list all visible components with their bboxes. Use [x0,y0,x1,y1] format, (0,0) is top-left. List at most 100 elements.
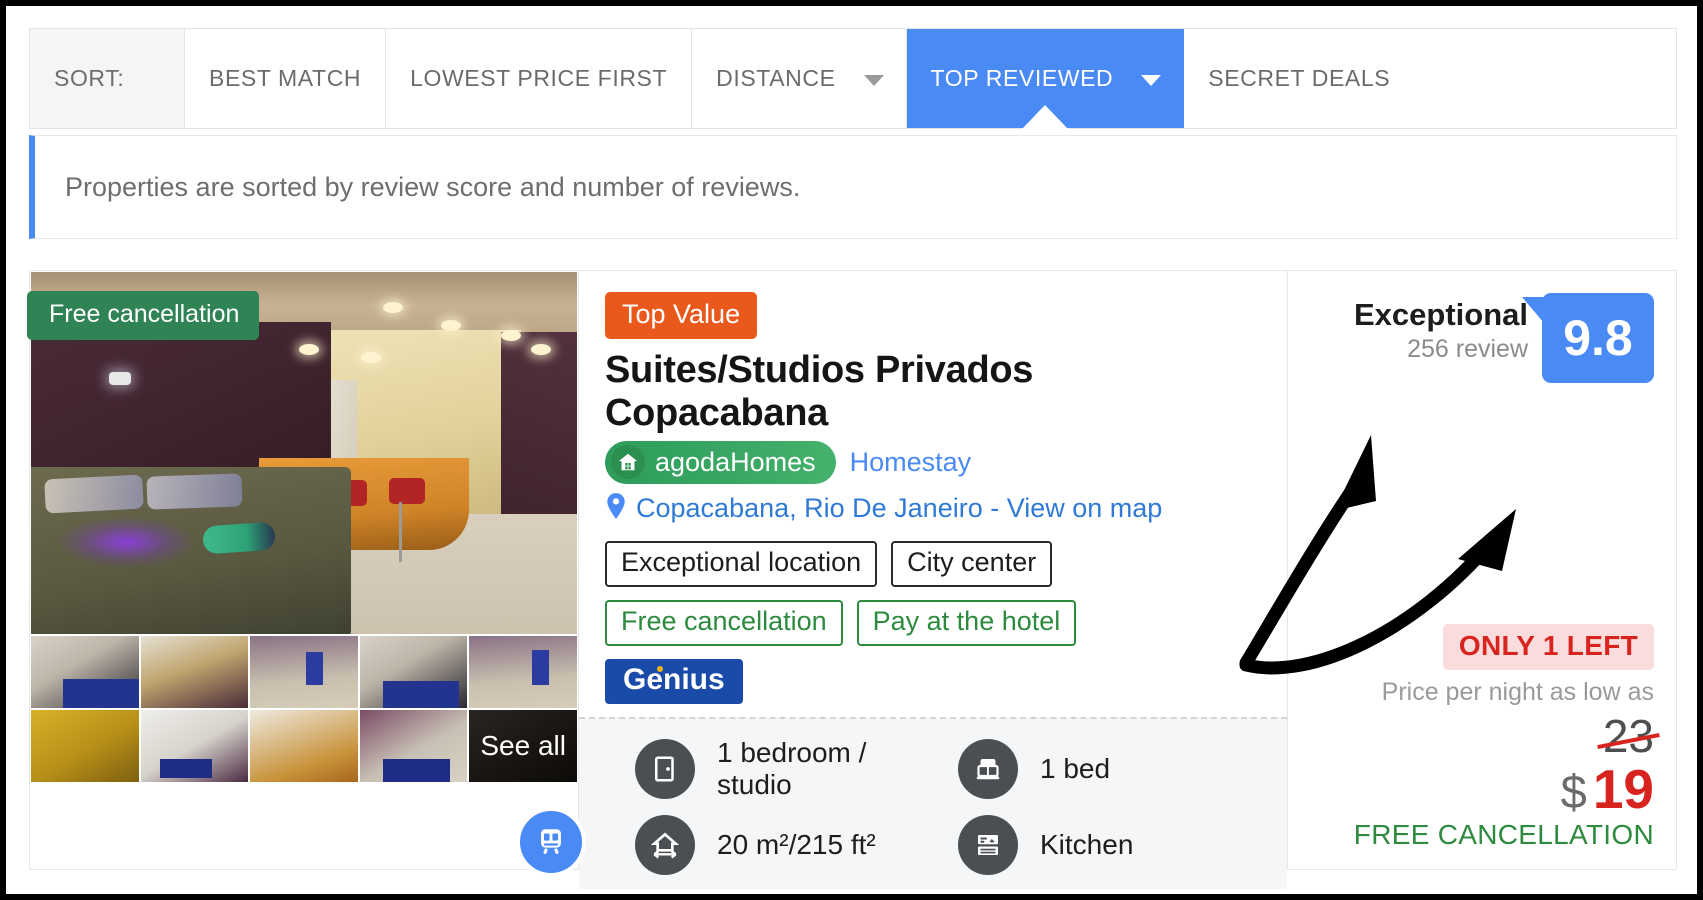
photo-detail [383,302,403,313]
currency-symbol: $ [1560,765,1587,818]
fact-kitchen: Kitchen [958,815,1261,876]
fact-bed: 1 bed [958,737,1261,801]
bed-icon [958,739,1018,800]
free-cancellation-note: FREE CANCELLATION [1353,819,1654,850]
photo-detail [109,372,131,385]
location-link[interactable]: Copacabana, Rio De Janeiro - View on map [636,493,1162,524]
fact-label: 20 m²/215 ft² [717,829,876,861]
genius-badge: Genius [605,659,743,704]
thumbnail[interactable] [140,710,249,782]
agoda-homes-badge: agodaHomes [605,441,836,484]
tag-city-center: City center [891,541,1053,587]
sort-tab-label: DISTANCE [716,65,836,91]
sort-info-banner: Properties are sorted by review score an… [29,135,1677,239]
thumbnail[interactable] [250,710,358,782]
sort-tab-label: BEST MATCH [209,65,362,91]
property-price-panel: Exceptional 256 review 9.8 ONLY 1 LEFT P… [1239,271,1676,869]
top-value-label: Top Value [622,299,741,329]
metro-train-icon[interactable] [516,807,586,877]
photo-detail [531,344,551,355]
sort-tab-distance[interactable]: DISTANCE [692,29,907,128]
photo-detail [361,352,381,363]
thumbnail[interactable] [31,636,139,708]
property-type-label: Homestay [849,447,972,477]
review-label: Exceptional [1354,297,1528,332]
thumbnail[interactable] [140,636,249,708]
sort-tab-label: TOP REVIEWED [930,65,1114,91]
fact-label: 1 bed [1040,753,1111,785]
property-details: Top Value Suites/Studios Privados Copaca… [578,271,1288,890]
review-text: Exceptional 256 review [1354,293,1528,364]
genius-dot-icon [657,666,663,672]
location-row[interactable]: Copacabana, Rio De Janeiro - View on map [605,492,1261,525]
free-cancellation-overlay-label: Free cancellation [49,300,240,328]
home-icon [611,445,645,479]
map-pin-icon [605,492,627,525]
sort-tab-secret-deals[interactable]: SECRET DEALS [1184,29,1415,128]
genius-row: Genius [605,659,1261,704]
old-price: 23 [1306,709,1660,763]
chevron-down-icon [863,74,884,86]
fact-bedroom: 1 bedroom / studio [635,737,938,801]
genius-label: Genius [623,663,725,696]
photo-detail [299,344,319,355]
photo-detail [441,320,461,331]
property-tags-green: Free cancellation Pay at the hotel [605,600,1261,646]
photo-detail [44,474,144,514]
photo-detail [146,473,243,510]
agoda-homes-label: agodaHomes [655,446,816,477]
fact-area-size: 20 m²/215 ft² [635,815,938,876]
current-price-value: 19 [1592,758,1654,820]
score-badge-tail [1522,297,1544,323]
property-photos: Free cancellation See all [27,271,586,877]
sort-tab-label: SECRET DEALS [1208,65,1391,91]
tag-free-cancellation: Free cancellation [605,600,843,646]
only-left-label: ONLY 1 LEFT [1458,630,1638,661]
tag-pay-at-the-hotel: Pay at the hotel [856,600,1077,646]
property-facts-panel: 1 bedroom / studio 1 bed 20 m²/215 ft² K… [579,717,1287,890]
sort-label-text: SORT: [54,65,125,91]
see-all-photos-button[interactable]: See all [469,710,577,782]
search-results-screen: SORT: BEST MATCH LOWEST PRICE FIRST DIST… [6,6,1697,894]
fact-label: 1 bedroom / studio [717,737,867,801]
property-tags-dark: Exceptional location City center [605,541,1261,587]
sort-info-text: Properties are sorted by review score an… [65,171,801,202]
thumbnail[interactable] [359,636,468,708]
thumbnail[interactable] [469,636,577,708]
review-score-badge: 9.8 [1522,293,1654,383]
sort-tab-lowest-price-first[interactable]: LOWEST PRICE FIRST [386,29,693,128]
thumbnail[interactable] [359,710,468,782]
property-details-top: Top Value Suites/Studios Privados Copaca… [579,271,1287,717]
thumbnail[interactable] [31,710,139,782]
top-value-badge: Top Value [605,292,758,339]
sort-tab-best-match[interactable]: BEST MATCH [185,29,387,128]
thumbnail[interactable] [250,636,358,708]
fact-label: Kitchen [1040,829,1134,861]
review-score-value: 9.8 [1563,310,1633,366]
current-price-row: $ 19 [1306,757,1654,821]
sort-tab-top-reviewed[interactable]: TOP REVIEWED [906,29,1185,129]
chevron-down-icon [1141,74,1162,86]
tag-exceptional-location: Exceptional location [605,541,878,587]
sort-bar: SORT: BEST MATCH LOWEST PRICE FIRST DIST… [29,28,1677,129]
photo-detail [389,478,425,562]
photo-thumbnail-strip: See all [31,636,577,782]
review-count: 256 review [1407,335,1528,363]
photo-detail [202,521,276,555]
property-name[interactable]: Suites/Studios Privados Copacabana [605,349,1261,435]
photo-detail [501,330,521,341]
door-icon [635,739,695,800]
sort-tab-label: LOWEST PRICE FIRST [410,65,668,91]
area-size-icon [635,815,695,876]
brand-row: agodaHomes Homestay [605,441,1261,484]
see-all-label: See all [480,730,566,761]
free-cancellation-overlay-badge: Free cancellation [27,291,260,340]
sort-label: SORT: [30,29,185,128]
only-left-badge: ONLY 1 LEFT [1442,624,1654,670]
photo-detail [61,518,191,566]
active-tab-notch [1021,105,1068,129]
price-note: Price per night as low as [1381,678,1654,706]
property-card[interactable]: Free cancellation See all Top Value Suit… [27,270,1677,890]
kitchen-icon [958,815,1018,876]
review-score-block[interactable]: Exceptional 256 review 9.8 [1306,293,1654,383]
